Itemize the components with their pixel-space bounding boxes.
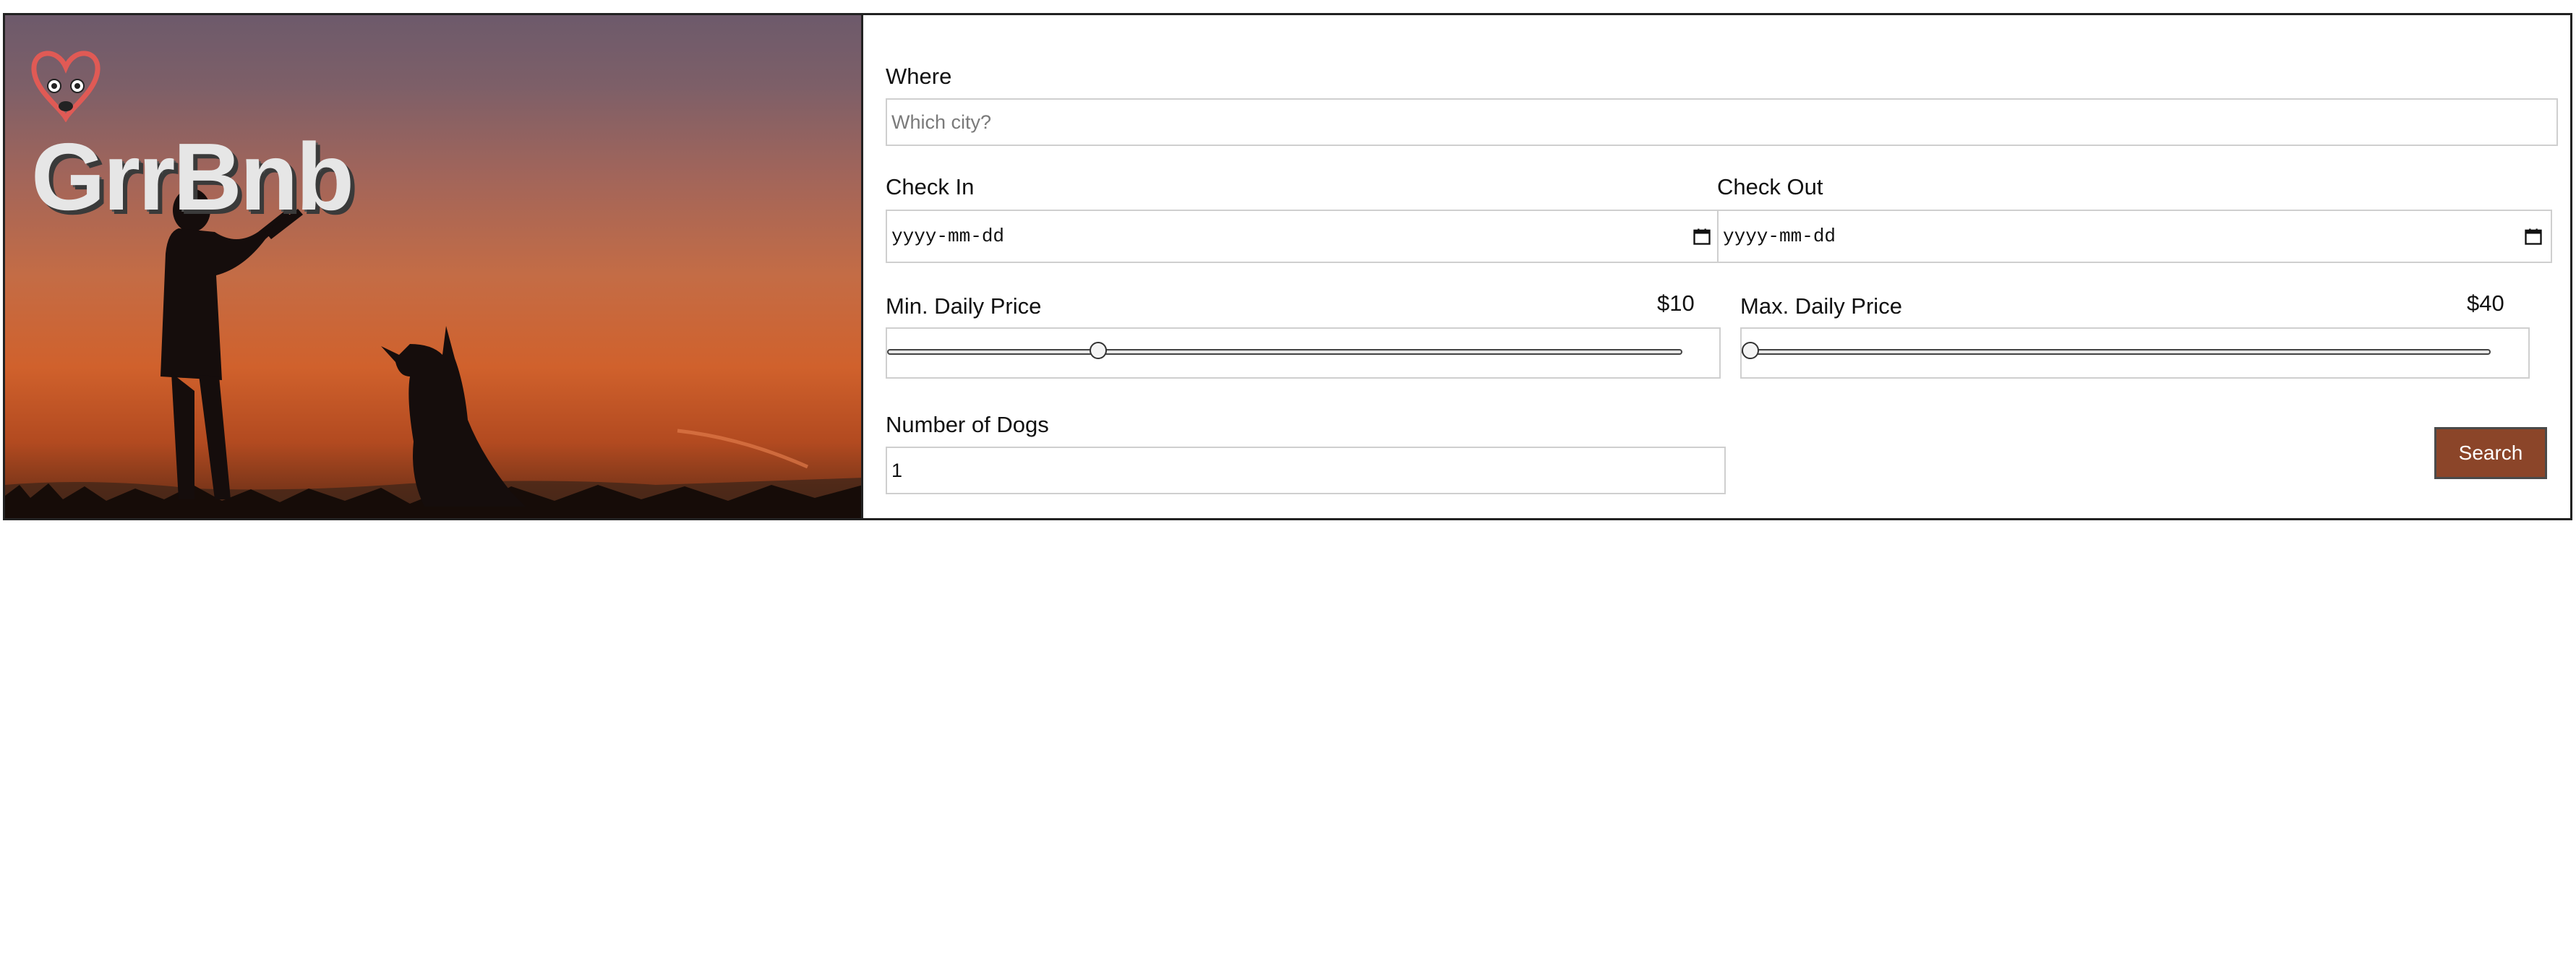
min-price-slider[interactable] (886, 327, 1721, 379)
where-label: Where (886, 64, 952, 89)
check-out-placeholder: yyyy-mm-dd (1723, 225, 1836, 247)
calendar-icon[interactable] (1692, 226, 1712, 246)
check-in-date-input[interactable]: yyyy-mm-dd (886, 210, 1721, 263)
where-input[interactable]: Which city? (886, 98, 2558, 146)
dog-heart-logo-icon (31, 51, 100, 122)
check-in-placeholder: yyyy-mm-dd (891, 225, 1005, 247)
min-price-value: $10 (1657, 290, 1695, 316)
app-frame: GrrBnb Where Which city? Check In yyyy-m… (3, 13, 2572, 520)
max-price-track[interactable] (1742, 349, 2491, 355)
dogs-number-input[interactable]: 1 (886, 447, 1726, 494)
brand-title: GrrBnb (31, 124, 354, 230)
max-price-value: $40 (2467, 290, 2504, 316)
dogs-label: Number of Dogs (886, 412, 1049, 437)
search-form: Where Which city? Check In yyyy-mm-dd Ch… (863, 15, 2570, 518)
min-price-track[interactable] (887, 349, 1682, 355)
min-price-thumb[interactable] (1090, 342, 1107, 359)
max-price-thumb[interactable] (1742, 342, 1759, 359)
max-price-slider[interactable] (1740, 327, 2530, 379)
check-in-label: Check In (886, 174, 975, 199)
check-out-label: Check Out (1717, 174, 1823, 199)
hero-banner: GrrBnb (5, 15, 863, 518)
min-price-label: Min. Daily Price (886, 293, 1042, 319)
calendar-icon[interactable] (2523, 226, 2543, 246)
sunset-silhouette-image (5, 189, 861, 518)
max-price-label: Max. Daily Price (1740, 293, 1902, 319)
search-button[interactable]: Search (2434, 427, 2547, 479)
check-out-date-input[interactable]: yyyy-mm-dd (1717, 210, 2552, 263)
